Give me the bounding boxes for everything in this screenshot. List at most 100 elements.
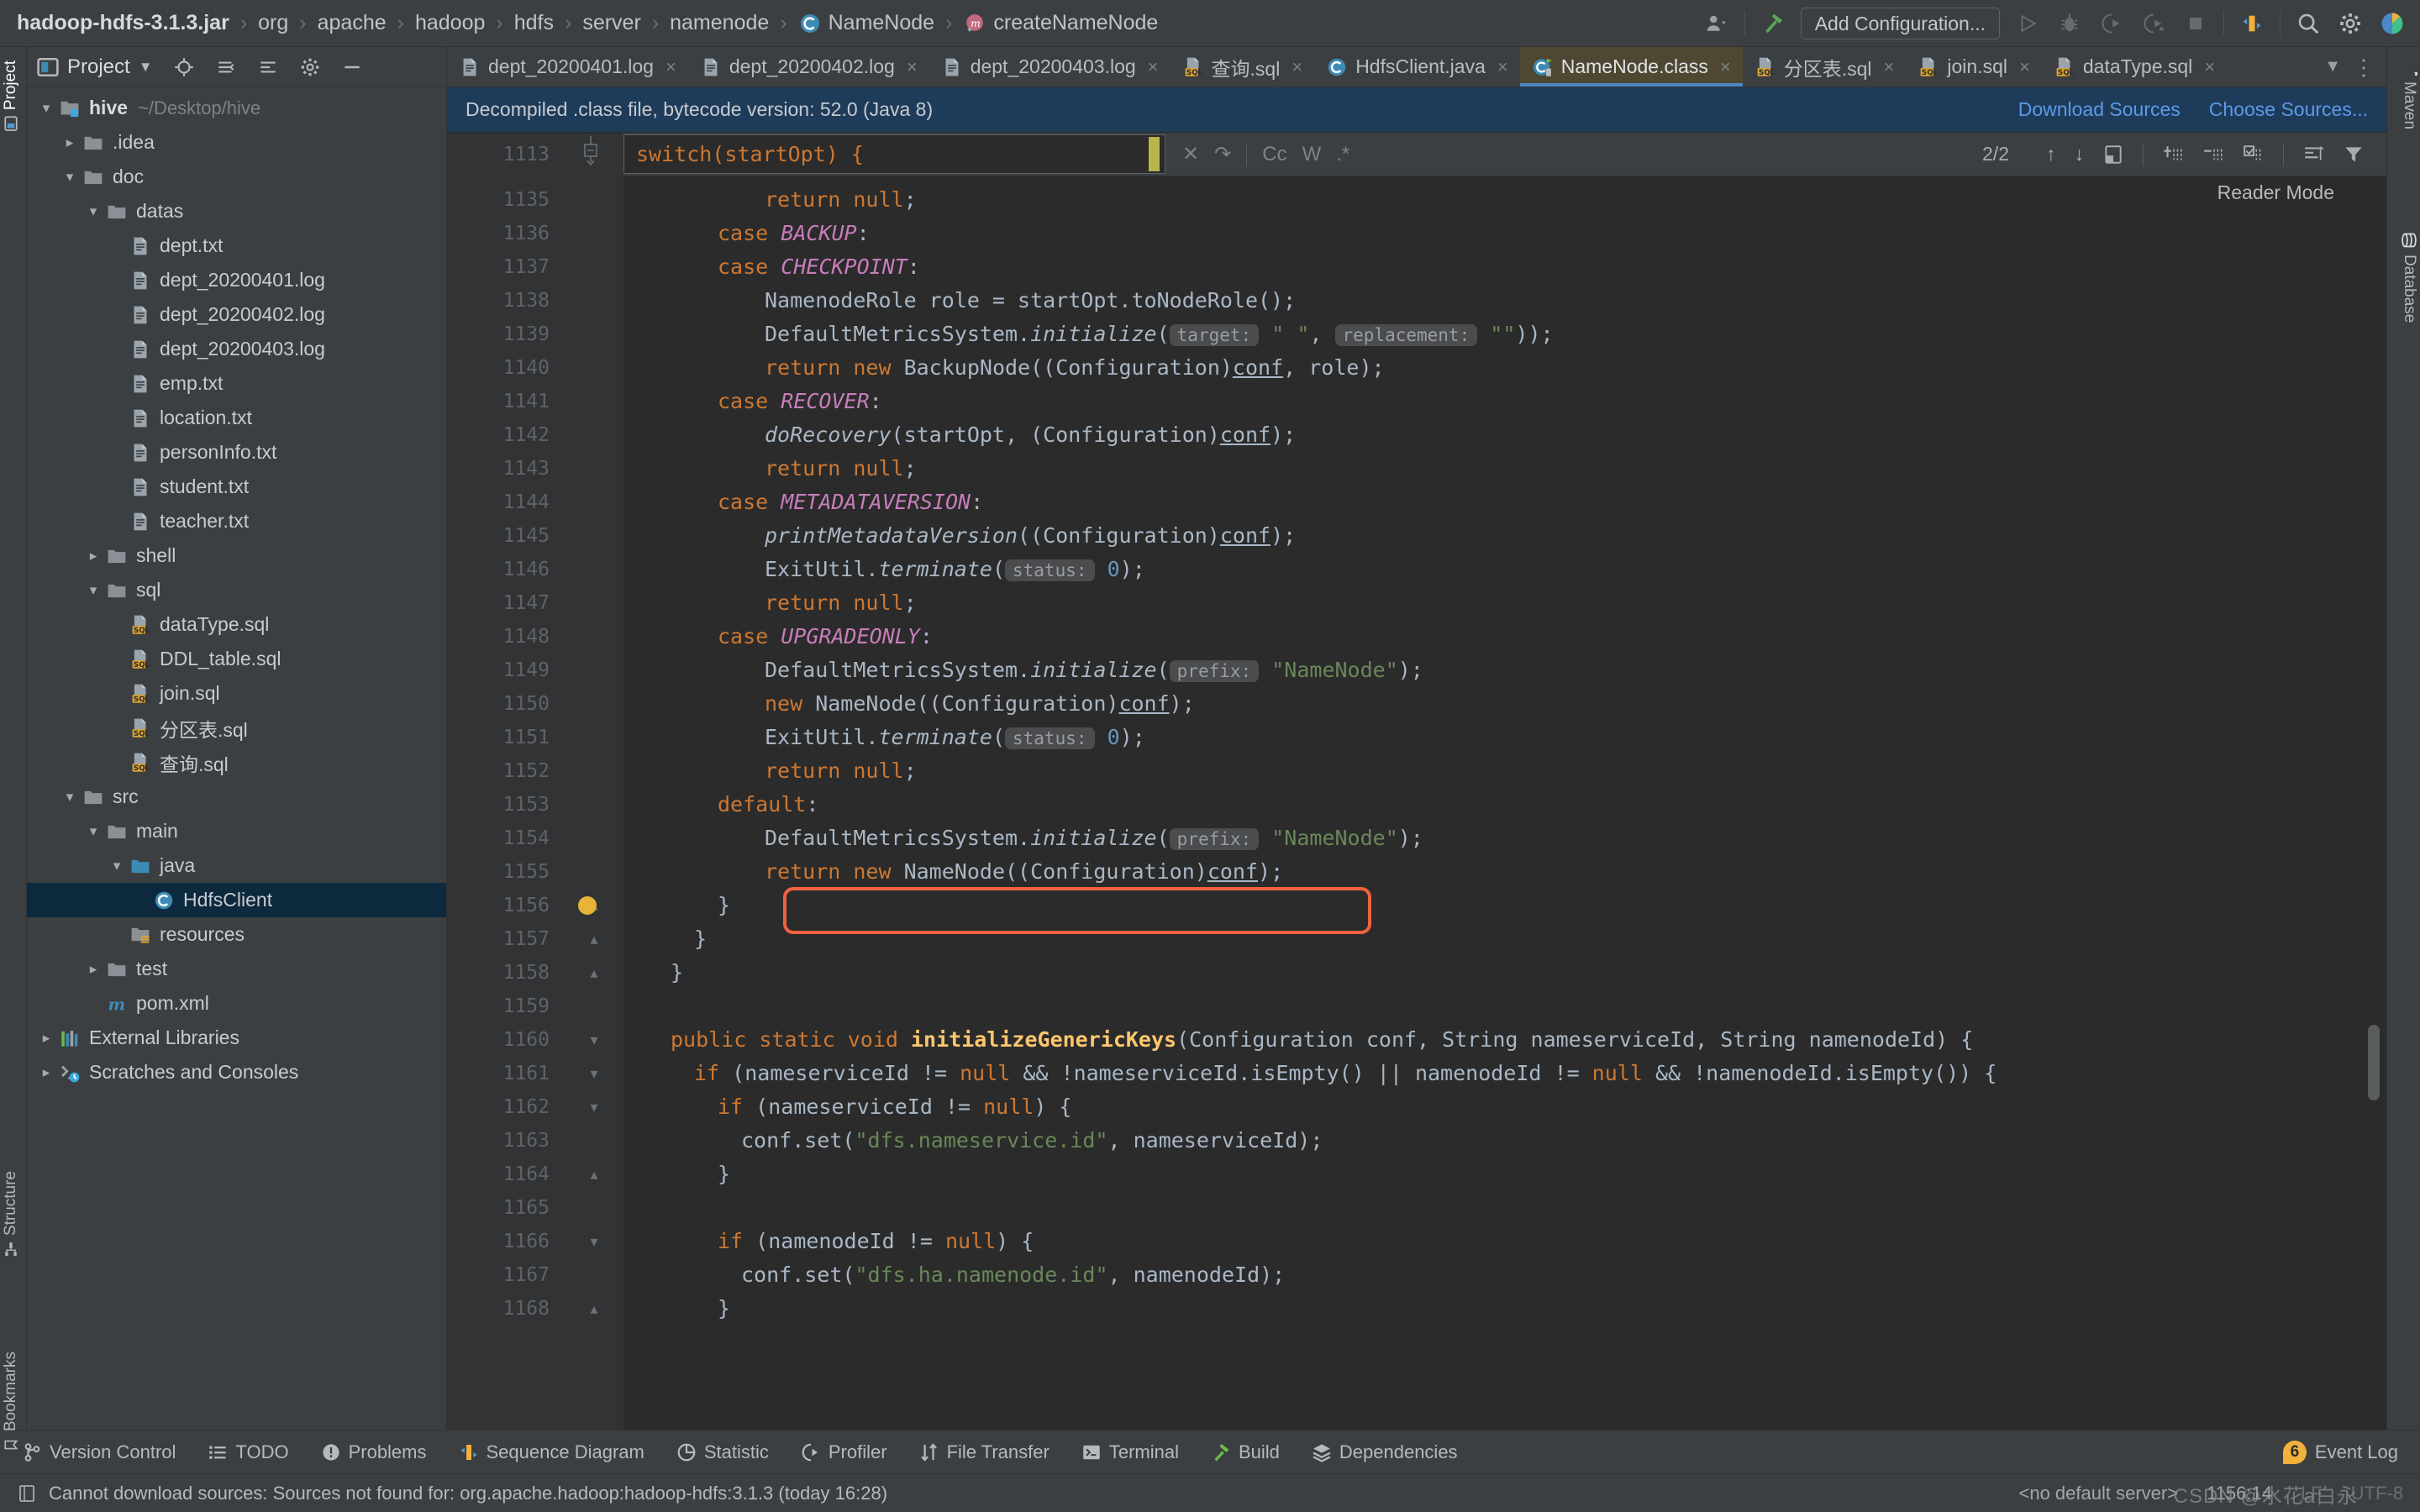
breadcrumb-item-2[interactable]: apache xyxy=(314,11,390,35)
fold-marker[interactable]: ▴ xyxy=(565,1292,623,1326)
tool-window-button[interactable]: Profiler xyxy=(801,1441,887,1463)
fold-marker[interactable]: ▾ xyxy=(565,1023,623,1057)
tree-node[interactable]: personInfo.txt xyxy=(27,435,446,470)
default-server-status[interactable]: <no default server> xyxy=(2019,1483,2179,1504)
close-icon[interactable]: × xyxy=(2019,56,2030,78)
fold-marker[interactable]: ▴ xyxy=(565,922,623,956)
chevron-down-icon[interactable]: ▾ xyxy=(106,858,128,874)
chevron-down-icon[interactable]: ▾ xyxy=(35,100,57,117)
editor-scrollbar[interactable] xyxy=(2349,176,2386,1430)
code-line[interactable]: if (nameserviceId != null && !nameservic… xyxy=(623,1057,2349,1090)
code-line[interactable]: NamenodeRole role = startOpt.toNodeRole(… xyxy=(623,284,2349,318)
chevron-right-icon[interactable]: ▸ xyxy=(82,961,104,978)
sidebar-item-bookmarks[interactable]: Bookmarks xyxy=(0,1345,24,1459)
scrollbar-thumb[interactable] xyxy=(2368,1025,2380,1100)
code-line[interactable]: if (namenodeId != null) { xyxy=(623,1225,2349,1258)
code-line[interactable] xyxy=(623,1191,2349,1225)
editor-tab[interactable]: dept_20200401.log × xyxy=(447,47,688,87)
editor-tab[interactable]: HdfsClient.java × xyxy=(1314,47,1520,87)
build-hammer-icon[interactable] xyxy=(1759,9,1787,38)
minimize-icon[interactable] xyxy=(341,56,363,78)
run-configuration-selector[interactable]: Add Configuration... xyxy=(1800,7,2000,39)
chevron-right-icon[interactable]: ▸ xyxy=(35,1064,57,1081)
tree-node[interactable]: dept.txt xyxy=(27,228,446,263)
code-line[interactable]: doRecovery(startOpt, (Configuration)conf… xyxy=(623,418,2349,452)
ide-logo-icon[interactable] xyxy=(2378,9,2407,38)
close-icon[interactable]: × xyxy=(2204,56,2215,78)
tool-window-bar[interactable]: Version Control TODO Problems Sequence Diag… xyxy=(0,1430,2420,1473)
tree-node-selected[interactable]: HdfsClient xyxy=(27,883,446,917)
tree-node[interactable]: location.txt xyxy=(27,401,446,435)
tree-node[interactable]: ▾ src xyxy=(27,780,446,814)
download-sources-link[interactable]: Download Sources xyxy=(2018,98,2181,121)
line-separator[interactable]: LF xyxy=(2301,1483,2323,1504)
code-line[interactable]: case METADATAVERSION: xyxy=(623,486,2349,519)
whole-words-toggle[interactable]: W xyxy=(1302,143,1322,166)
file-encoding[interactable]: UTF-8 xyxy=(2351,1483,2403,1504)
code-folding-gutter[interactable]: ▴▴▴▾▾▾▴▾▴ xyxy=(565,176,623,1430)
editor-tab[interactable]: SQL 分区表.sql × xyxy=(1743,47,1907,87)
close-icon[interactable]: × xyxy=(1148,56,1159,78)
more-options-icon[interactable]: ⋮ xyxy=(2353,56,2375,78)
regex-toggle[interactable]: .* xyxy=(1336,143,1349,166)
tree-node[interactable]: ▸ Scratches and Consoles xyxy=(27,1055,446,1089)
tree-node[interactable]: dept_20200401.log xyxy=(27,263,446,297)
breadcrumb-item-7[interactable]: NameNode xyxy=(795,11,938,35)
code-line[interactable]: ExitUtil.terminate(status: 0); xyxy=(623,553,2349,586)
tree-node[interactable]: ▸ .idea xyxy=(27,125,446,160)
code-line[interactable]: conf.set("dfs.nameservice.id", nameservi… xyxy=(623,1124,2349,1158)
code-line[interactable]: new NameNode((Configuration)conf); xyxy=(623,687,2349,721)
source-code[interactable]: return null; case BACKUP: case CHECKPOINT:… xyxy=(623,176,2349,1430)
close-icon[interactable]: × xyxy=(907,56,918,78)
code-line[interactable]: ExitUtil.terminate(status: 0); xyxy=(623,721,2349,754)
close-icon[interactable]: × xyxy=(1720,56,1731,78)
tool-window-button[interactable]: Dependencies xyxy=(1312,1441,1458,1463)
fold-marker[interactable]: ▴ xyxy=(565,956,623,990)
tree-node[interactable]: SQL 查询.sql xyxy=(27,745,446,780)
close-icon[interactable]: × xyxy=(1292,56,1302,78)
chevron-down-icon[interactable]: ▾ xyxy=(59,789,81,806)
find-input[interactable]: switch(startOpt) { xyxy=(623,134,1165,174)
tree-node[interactable]: ▾ hive ~/Desktop/hive xyxy=(27,91,446,125)
code-editor[interactable]: 1135 1136 1137 1138 1139 1140 1141 1142 1143 1144… xyxy=(447,176,2386,1430)
tree-node[interactable]: ▾ java xyxy=(27,848,446,883)
code-line[interactable]: } xyxy=(623,1158,2349,1191)
code-line[interactable]: default: xyxy=(623,788,2349,822)
run-icon[interactable] xyxy=(2013,9,2042,38)
notification-icon[interactable] xyxy=(17,1483,37,1504)
tree-node[interactable]: ▾ sql xyxy=(27,573,446,607)
sidebar-item-maven[interactable]: m Maven xyxy=(2396,52,2420,136)
fold-marker[interactable]: ▾ xyxy=(565,1057,623,1090)
chevron-right-icon[interactable]: ▸ xyxy=(82,548,104,564)
arrow-down-icon[interactable]: ↓ xyxy=(2075,143,2085,165)
editor-tab[interactable]: dept_20200403.log × xyxy=(929,47,1171,87)
stop-icon[interactable] xyxy=(2181,9,2210,38)
close-icon[interactable]: × xyxy=(1884,56,1895,78)
event-log-button[interactable]: 6 Event Log xyxy=(2282,1440,2398,1464)
tree-node[interactable]: SQL join.sql xyxy=(27,676,446,711)
code-line[interactable]: case RECOVER: xyxy=(623,385,2349,418)
search-history-icon[interactable]: ↷ xyxy=(1214,142,1231,166)
tree-node[interactable]: dept_20200403.log xyxy=(27,332,446,366)
fold-marker[interactable]: ▾ xyxy=(565,1090,623,1124)
code-line[interactable]: DefaultMetricsSystem.initialize(prefix: … xyxy=(623,654,2349,687)
tool-window-button[interactable]: Sequence Diagram xyxy=(459,1441,644,1463)
search-everywhere-icon[interactable] xyxy=(2294,9,2323,38)
code-line[interactable]: case UPGRADEONLY: xyxy=(623,620,2349,654)
intention-bulb-icon[interactable] xyxy=(578,896,597,915)
add-line-icon[interactable] xyxy=(2162,144,2184,165)
project-tree[interactable]: ▾ hive ~/Desktop/hive ▸ .idea ▾ doc ▾ datas dept.… xyxy=(27,87,446,1430)
gear-icon[interactable] xyxy=(299,56,321,78)
caret-position[interactable]: 1156:14 xyxy=(2207,1483,2272,1504)
chevron-down-icon[interactable]: ▼ xyxy=(2324,57,2341,76)
tree-node[interactable]: SQL dataType.sql xyxy=(27,607,446,642)
check-lines-icon[interactable] xyxy=(2243,144,2265,165)
code-line[interactable]: DefaultMetricsSystem.initialize(target: … xyxy=(623,318,2349,351)
tree-node[interactable]: emp.txt xyxy=(27,366,446,401)
breadcrumb-item-5[interactable]: server xyxy=(579,11,644,35)
sidebar-item-database[interactable]: Database xyxy=(2396,225,2420,329)
tree-node[interactable]: student.txt xyxy=(27,470,446,504)
tree-node[interactable]: m pom.xml xyxy=(27,986,446,1021)
collapse-all-icon[interactable] xyxy=(215,56,237,78)
chevron-right-icon[interactable]: ▸ xyxy=(59,134,81,151)
